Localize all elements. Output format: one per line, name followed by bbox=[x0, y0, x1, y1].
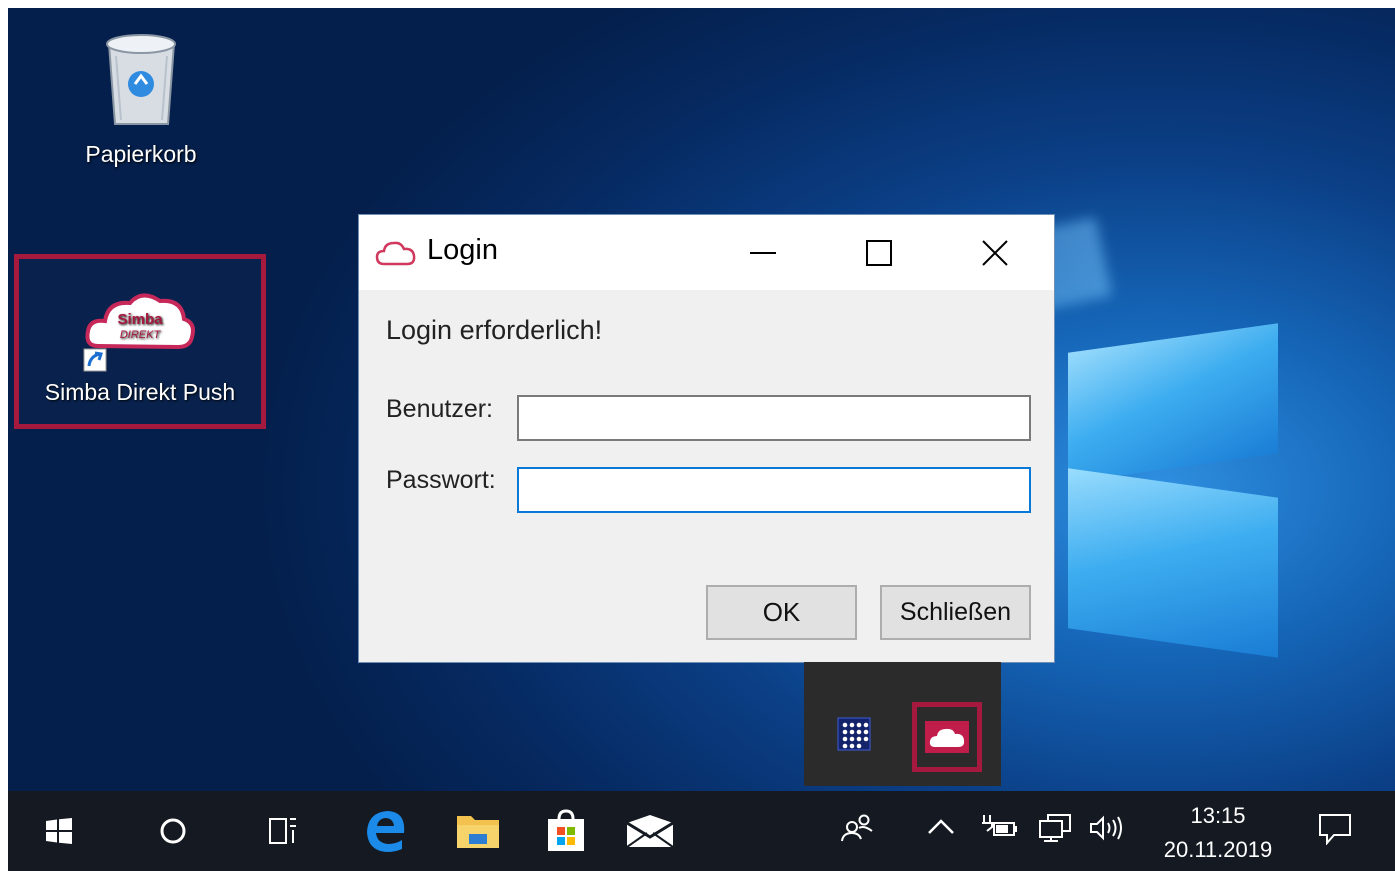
chevron-up-icon[interactable] bbox=[926, 813, 956, 848]
edge-browser-icon[interactable] bbox=[356, 801, 416, 861]
user-input[interactable] bbox=[517, 395, 1031, 441]
tray-overflow-popup bbox=[804, 662, 1001, 786]
password-input[interactable] bbox=[517, 467, 1031, 513]
people-icon[interactable] bbox=[840, 813, 874, 850]
volume-icon[interactable] bbox=[1088, 813, 1124, 850]
clock-date: 20.11.2019 bbox=[1163, 837, 1273, 862]
mail-icon[interactable] bbox=[620, 801, 680, 861]
close-icon bbox=[982, 239, 1008, 266]
file-explorer-icon[interactable] bbox=[448, 801, 508, 861]
login-dialog: Login Login erforderlich! Benutzer: Pass… bbox=[359, 215, 1054, 662]
user-label: Benutzer: bbox=[386, 395, 494, 423]
wallpaper-windows-logo bbox=[1048, 298, 1395, 678]
simba-tray-icon[interactable] bbox=[912, 702, 982, 772]
system-clock[interactable]: 13:15 20.11.2019 bbox=[1148, 799, 1288, 867]
task-view-icon[interactable] bbox=[258, 801, 308, 861]
login-required-message: Login erforderlich! bbox=[386, 315, 603, 345]
maximize-icon bbox=[866, 239, 892, 266]
shortcut-arrow-icon bbox=[83, 348, 107, 372]
battery-icon[interactable] bbox=[980, 813, 1018, 848]
desktop-icon-label: Papierkorb bbox=[85, 141, 197, 167]
close-window-button[interactable] bbox=[937, 215, 1053, 290]
taskbar: 13:15 20.11.2019 bbox=[8, 791, 1395, 871]
cloud-icon bbox=[375, 241, 416, 266]
ok-button[interactable]: OK bbox=[706, 585, 857, 640]
close-button[interactable]: Schließen bbox=[880, 585, 1031, 640]
network-icon[interactable] bbox=[1038, 813, 1072, 850]
minimize-button[interactable] bbox=[705, 215, 821, 290]
store-icon[interactable] bbox=[536, 801, 596, 861]
desktop-icon-label: Simba Direkt Push bbox=[44, 379, 236, 405]
grid-app-icon[interactable] bbox=[826, 706, 882, 762]
dialog-title: Login bbox=[427, 234, 498, 266]
logo-text-simba: Simba bbox=[117, 311, 163, 328]
desktop-icon-simba-direkt-push[interactable]: Simba DIREKT Simba Direkt Push bbox=[14, 254, 266, 429]
cortana-search-icon[interactable] bbox=[148, 801, 198, 861]
desktop: Papierkorb Simba DIREKT Simba Direkt Pus… bbox=[8, 8, 1395, 871]
logo-text-direkt: DIREKT bbox=[120, 329, 162, 341]
minimize-icon bbox=[750, 251, 776, 254]
recycle-bin-icon bbox=[105, 34, 176, 125]
maximize-button[interactable] bbox=[821, 215, 937, 290]
windows-start-icon[interactable] bbox=[34, 801, 84, 861]
simba-direkt-logo-icon: Simba DIREKT bbox=[83, 293, 195, 372]
dialog-titlebar[interactable]: Login bbox=[359, 215, 1054, 290]
simba-cloud-icon bbox=[925, 721, 969, 753]
password-label: Passwort: bbox=[386, 466, 496, 494]
action-center-icon[interactable] bbox=[1318, 813, 1352, 852]
clock-time: 13:15 bbox=[1190, 803, 1246, 828]
desktop-icon-recycle-bin[interactable]: Papierkorb bbox=[66, 24, 216, 168]
